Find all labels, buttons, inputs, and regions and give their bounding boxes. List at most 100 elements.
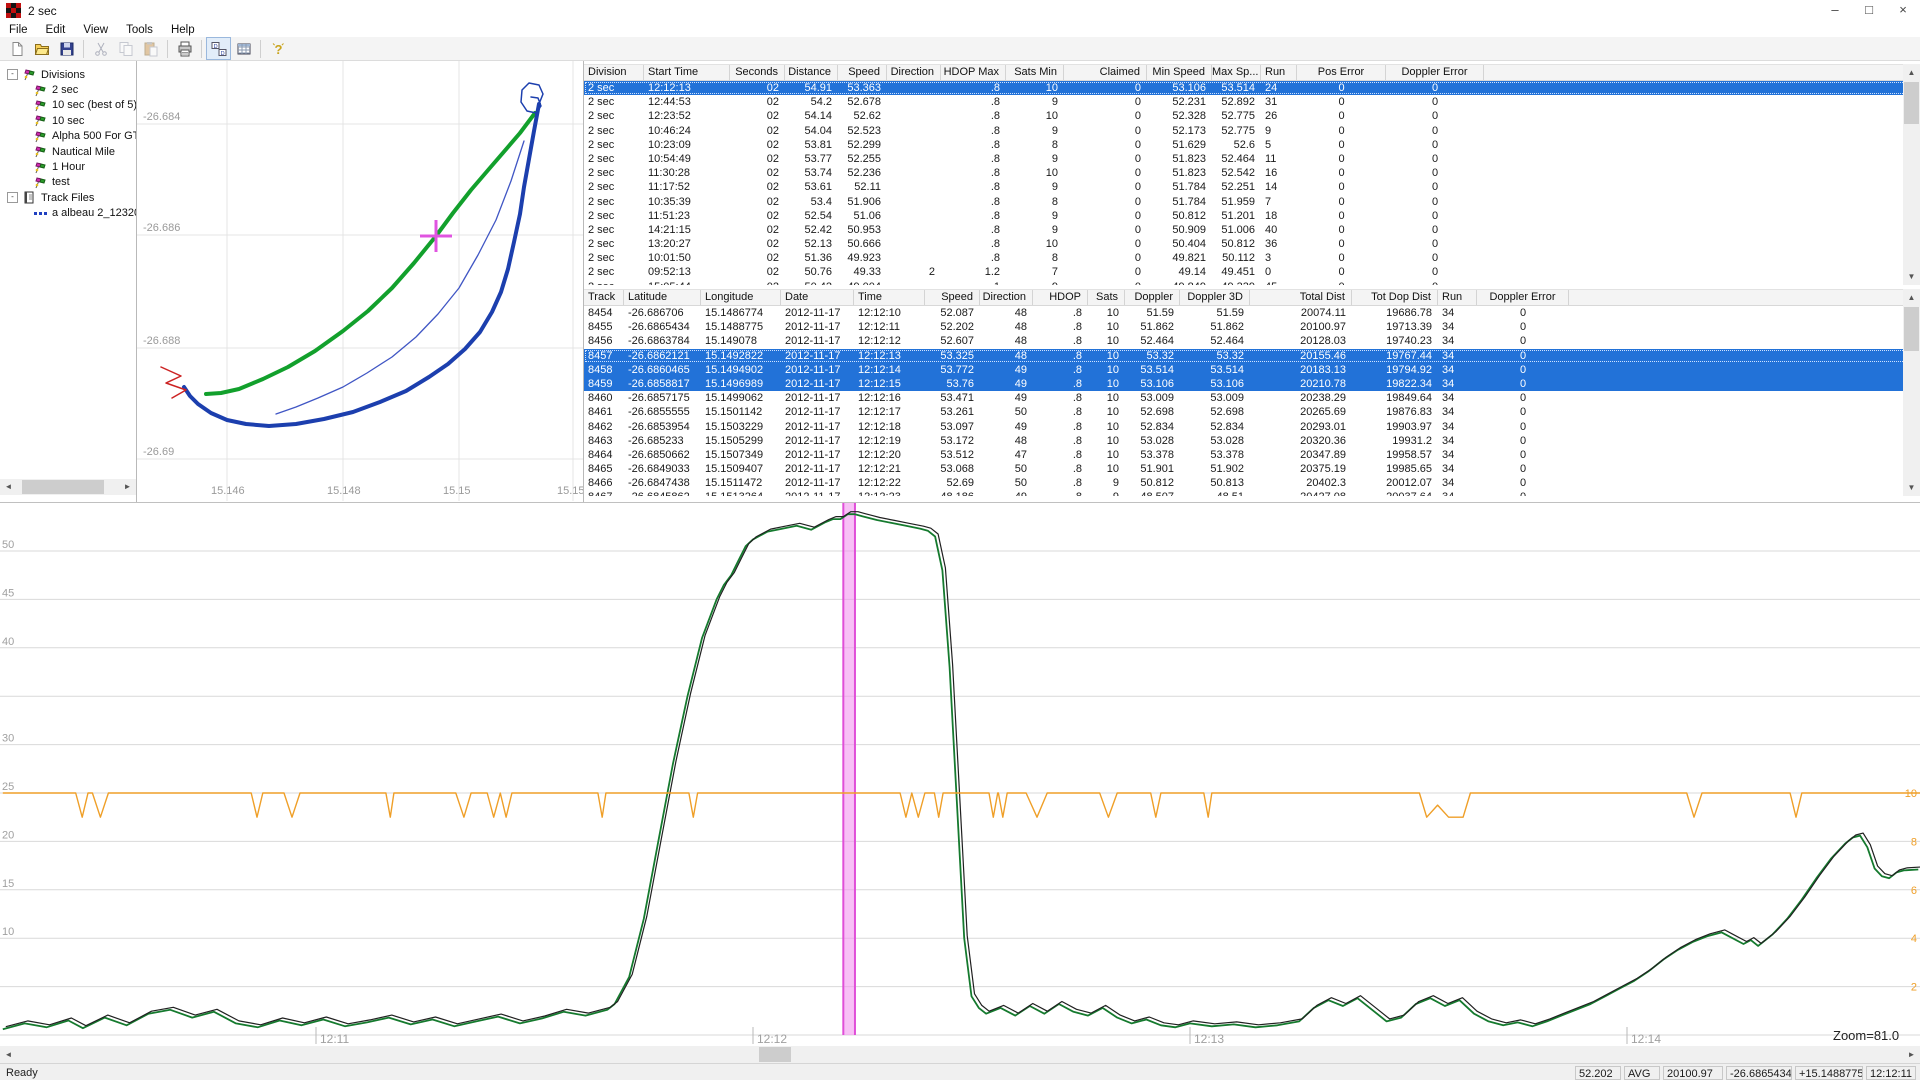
tree-item-2-sec[interactable]: 2 sec xyxy=(0,82,137,97)
column-header-seconds[interactable]: Seconds xyxy=(730,65,785,80)
table-row[interactable]: 8457-26.686212115.14928222012-11-1712:12… xyxy=(584,349,1920,363)
column-header-direction[interactable]: Direction xyxy=(887,65,941,80)
new-file-button[interactable] xyxy=(4,37,29,60)
column-header-start-time[interactable]: Start Time xyxy=(644,65,730,80)
maximize-button[interactable]: □ xyxy=(1852,0,1886,21)
table-row[interactable]: 8459-26.685881715.14969892012-11-1712:12… xyxy=(584,377,1920,391)
track-table-scrollbar[interactable]: ▲ ▼ xyxy=(1903,289,1920,496)
table-row[interactable]: 8467-26.684586215.15132642012-11-1712:12… xyxy=(584,490,1920,496)
column-header-division[interactable]: Division xyxy=(584,65,644,80)
table-row[interactable]: 2 sec13:20:270252.1350.666.810050.40450.… xyxy=(584,237,1920,251)
tree-item-1-hour[interactable]: 1 Hour xyxy=(0,159,137,174)
tree-item-nautical-mile[interactable]: Nautical Mile xyxy=(0,144,137,159)
table-row[interactable]: 2 sec10:35:390253.451.906.88051.78451.95… xyxy=(584,195,1920,209)
menu-tools[interactable]: Tools xyxy=(117,24,162,36)
scroll-right-icon[interactable]: ► xyxy=(119,479,136,495)
tree-item-test[interactable]: test xyxy=(0,175,137,190)
scroll-up-icon[interactable]: ▲ xyxy=(1903,64,1920,81)
column-header-max-sp[interactable]: Max Sp... xyxy=(1212,65,1261,80)
table-view-button[interactable] xyxy=(231,37,256,60)
table-row[interactable]: 2 sec09:52:130250.7649.3321.27049.1449.4… xyxy=(584,265,1920,279)
column-header-doppler-3d[interactable]: Doppler 3D xyxy=(1180,290,1250,305)
table-row[interactable]: 2 sec12:44:530254.252.678.89052.23152.89… xyxy=(584,95,1920,109)
tree-item-10-sec-best-of-5[interactable]: 10 sec (best of 5) xyxy=(0,98,137,113)
table-row[interactable]: 8462-26.685395415.15032292012-11-1712:12… xyxy=(584,420,1920,434)
table-row[interactable]: 2 sec15:05:440250.4249.00419049.84949.33… xyxy=(584,280,1920,285)
paste-button[interactable] xyxy=(138,37,163,60)
collapse-icon[interactable]: - xyxy=(7,69,18,80)
print-button[interactable] xyxy=(172,37,197,60)
scroll-up-icon[interactable]: ▲ xyxy=(1903,289,1920,306)
table-row[interactable]: 8465-26.684903315.15094072012-11-1712:12… xyxy=(584,462,1920,476)
table-row[interactable]: 2 sec11:30:280253.7452.236.810051.82352.… xyxy=(584,166,1920,180)
tree-group-divisions[interactable]: -Divisions xyxy=(0,67,137,82)
column-header-longitude[interactable]: Longitude xyxy=(701,290,781,305)
scrollbar-thumb[interactable] xyxy=(1904,82,1919,124)
column-header-latitude[interactable]: Latitude xyxy=(624,290,701,305)
table-row[interactable]: 8458-26.686046515.14949022012-11-1712:12… xyxy=(584,363,1920,377)
table-row[interactable]: 8463-26.68523315.15052992012-11-1712:12:… xyxy=(584,434,1920,448)
table-row[interactable]: 2 sec10:46:240254.0452.523.89052.17352.7… xyxy=(584,124,1920,138)
column-header-doppler[interactable]: Doppler xyxy=(1125,290,1180,305)
menu-file[interactable]: File xyxy=(0,24,37,36)
split-view-button[interactable]: DD xyxy=(206,37,231,60)
menu-help[interactable]: Help xyxy=(162,24,204,36)
table-row[interactable]: 2 sec14:21:150252.4250.953.89050.90951.0… xyxy=(584,223,1920,237)
column-header-claimed[interactable]: Claimed xyxy=(1064,65,1147,80)
table-row[interactable]: 8464-26.685066215.15073492012-11-1712:12… xyxy=(584,448,1920,462)
table-row[interactable]: 8456-26.686378415.1490782012-11-1712:12:… xyxy=(584,334,1920,348)
column-header-hdop-max[interactable]: HDOP Max xyxy=(941,65,1006,80)
table-row[interactable]: 8455-26.686543415.14887752012-11-1712:12… xyxy=(584,320,1920,334)
table-row[interactable]: 2 sec10:54:490253.7752.255.89051.82352.4… xyxy=(584,152,1920,166)
minimize-button[interactable]: – xyxy=(1818,0,1852,21)
column-header-total-dist[interactable]: Total Dist xyxy=(1250,290,1352,305)
tree-item-10-sec[interactable]: 10 sec xyxy=(0,113,137,128)
track-map-panel[interactable]: -26.684-26.686-26.688-26.6915.14615.1481… xyxy=(137,61,584,502)
scroll-down-icon[interactable]: ▼ xyxy=(1903,479,1920,496)
cut-button[interactable] xyxy=(88,37,113,60)
column-header-sats[interactable]: Sats xyxy=(1088,290,1125,305)
table-row[interactable]: 8461-26.685555515.15011422012-11-1712:12… xyxy=(584,405,1920,419)
column-header-pos-error[interactable]: Pos Error xyxy=(1297,65,1386,80)
column-header-doppler-error[interactable]: Doppler Error xyxy=(1477,290,1569,305)
tree-item-a-albeau-2-123200[interactable]: a albeau 2_123200 xyxy=(0,206,137,221)
column-header-time[interactable]: Time xyxy=(854,290,925,305)
scrollbar-thumb[interactable] xyxy=(22,480,104,494)
column-header-speed[interactable]: Speed xyxy=(925,290,980,305)
save-file-button[interactable] xyxy=(54,37,79,60)
open-file-button[interactable] xyxy=(29,37,54,60)
table-row[interactable]: 2 sec11:51:230252.5451.06.89050.81251.20… xyxy=(584,209,1920,223)
table-row[interactable]: 2 sec10:01:500251.3649.923.88049.82150.1… xyxy=(584,251,1920,265)
menu-edit[interactable]: Edit xyxy=(37,24,75,36)
column-header-direction[interactable]: Direction xyxy=(980,290,1033,305)
scroll-down-icon[interactable]: ▼ xyxy=(1903,268,1920,285)
table-row[interactable]: 2 sec12:12:130254.9153.363.810053.10653.… xyxy=(584,81,1920,95)
column-header-doppler-error[interactable]: Doppler Error xyxy=(1386,65,1484,80)
column-header-track[interactable]: Track xyxy=(584,290,624,305)
column-header-hdop[interactable]: HDOP xyxy=(1033,290,1088,305)
copy-button[interactable] xyxy=(113,37,138,60)
close-button[interactable]: × xyxy=(1886,0,1920,21)
column-header-date[interactable]: Date xyxy=(781,290,854,305)
scroll-left-icon[interactable]: ◄ xyxy=(0,1046,17,1063)
column-header-tot-dop-dist[interactable]: Tot Dop Dist xyxy=(1352,290,1438,305)
tree-group-track-files[interactable]: -Track Files xyxy=(0,190,137,205)
tree-item-alpha-500-for-gt[interactable]: Alpha 500 For GT: xyxy=(0,129,137,144)
column-header-run[interactable]: Run xyxy=(1261,65,1297,80)
column-header-sats-min[interactable]: Sats Min xyxy=(1006,65,1064,80)
scroll-right-icon[interactable]: ► xyxy=(1903,1046,1920,1063)
table-row[interactable]: 2 sec10:23:090253.8152.299.88051.62952.6… xyxy=(584,138,1920,152)
table-row[interactable]: 2 sec12:23:520254.1452.62.810052.32852.7… xyxy=(584,109,1920,123)
scroll-left-icon[interactable]: ◄ xyxy=(0,479,17,495)
table-row[interactable]: 8454-26.68670615.14867742012-11-1712:12:… xyxy=(584,306,1920,320)
help-button[interactable]: ? xyxy=(265,37,290,60)
tree-horizontal-scrollbar[interactable]: ◄ ► xyxy=(0,479,136,495)
column-header-run[interactable]: Run xyxy=(1438,290,1477,305)
division-table-scrollbar[interactable]: ▲ ▼ xyxy=(1903,64,1920,285)
graph-horizontal-scrollbar[interactable]: ◄ ► xyxy=(0,1046,1920,1063)
column-header-distance[interactable]: Distance xyxy=(785,65,838,80)
collapse-icon[interactable]: - xyxy=(7,192,18,203)
scrollbar-thumb[interactable] xyxy=(1904,307,1919,351)
column-header-speed[interactable]: Speed xyxy=(838,65,887,80)
table-row[interactable]: 8460-26.685717515.14990622012-11-1712:12… xyxy=(584,391,1920,405)
